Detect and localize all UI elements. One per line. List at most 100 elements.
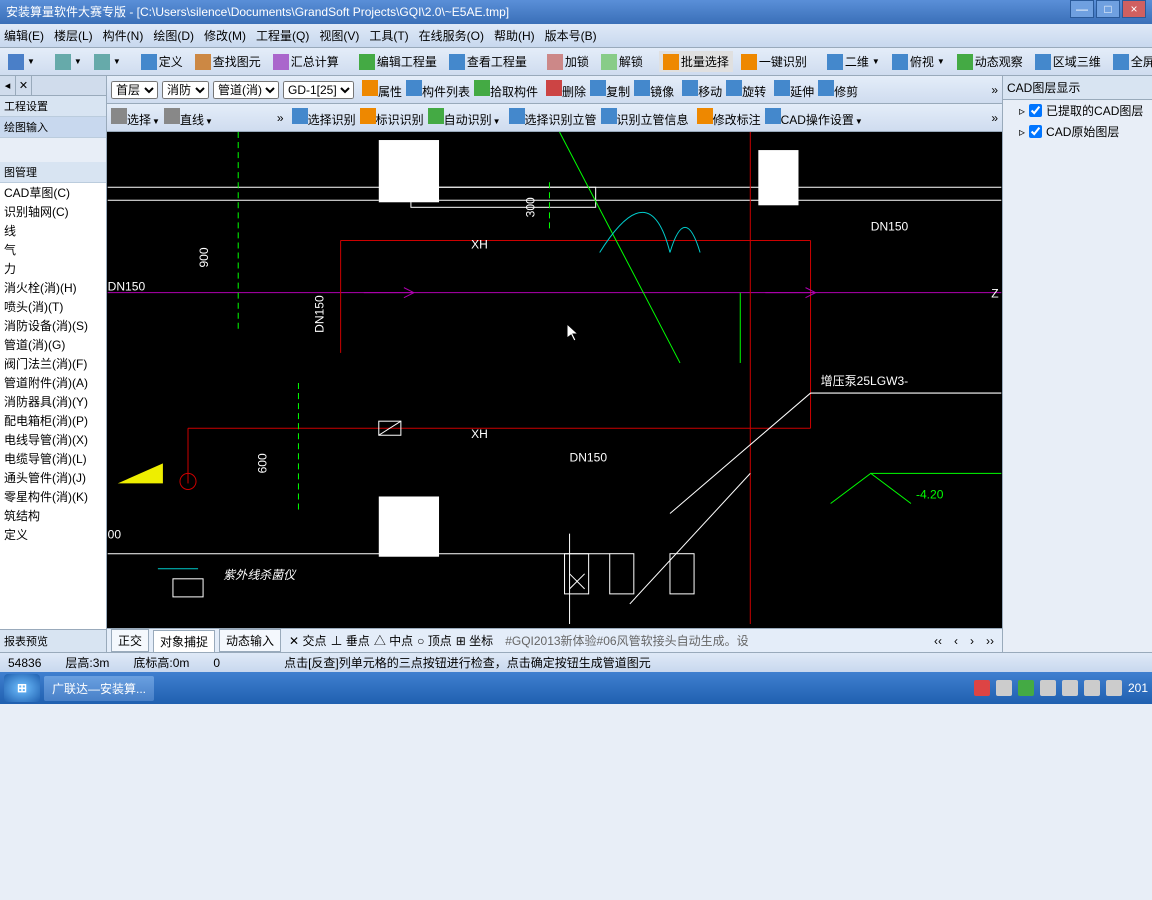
fullscreen-button[interactable]: 全屏	[1109, 51, 1152, 72]
tree-item[interactable]: 通头管件(消)(J)	[0, 468, 106, 487]
expand-icon[interactable]: ▹	[1019, 104, 1025, 118]
redo-button[interactable]: ▼	[90, 52, 125, 72]
snap-coord[interactable]: ⊞ 坐标	[456, 632, 493, 649]
toolbar-overflow[interactable]: »	[991, 83, 998, 97]
cad-drawing[interactable]: 900 DN150 DN150 300 XH XH DN150 DN150 60…	[107, 132, 1002, 624]
snap-intersection[interactable]: ✕ 交点	[289, 632, 326, 649]
tree-item[interactable]: 定义	[0, 525, 106, 544]
left-tab-close-x[interactable]: ✕	[16, 76, 32, 95]
menu-view[interactable]: 视图(V)	[319, 27, 359, 44]
lock-button[interactable]: 加锁	[543, 51, 593, 72]
copy-button[interactable]: 复制	[590, 80, 630, 100]
sum-calc-button[interactable]: 汇总计算	[269, 51, 343, 72]
tray-icon[interactable]	[1062, 680, 1078, 696]
system-select[interactable]: 消防	[162, 81, 209, 99]
mirror-button[interactable]: 镜像	[634, 80, 674, 100]
menu-modify[interactable]: 修改(M)	[204, 27, 246, 44]
select-riser-button[interactable]: 选择识别立管	[509, 108, 597, 128]
tray-icon[interactable]	[1018, 680, 1034, 696]
batch-select-button[interactable]: 批量选择	[659, 51, 733, 72]
tray-icon[interactable]	[1040, 680, 1056, 696]
menu-quantity[interactable]: 工程量(Q)	[256, 27, 309, 44]
ortho-toggle[interactable]: 正交	[111, 629, 149, 652]
snap-vertex[interactable]: ○ 顶点	[417, 632, 452, 649]
dyn-input-toggle[interactable]: 动态输入	[219, 629, 281, 652]
layer-checkbox[interactable]	[1029, 125, 1042, 138]
pipe-type-select[interactable]: 管道(消)	[213, 81, 279, 99]
select-recognize-button[interactable]: 选择识别	[292, 108, 356, 128]
component-list-button[interactable]: 构件列表	[406, 80, 470, 100]
menu-version[interactable]: 版本号(B)	[545, 27, 597, 44]
minimize-button[interactable]: —	[1070, 0, 1094, 18]
save-button[interactable]: ▼	[4, 52, 39, 72]
layer-row[interactable]: ▹ 已提取的CAD图层	[1003, 100, 1152, 121]
snap-perpendicular[interactable]: ⊥ 垂点	[330, 632, 369, 649]
left-tab-close[interactable]: ◂	[0, 76, 16, 95]
taskbar-app[interactable]: 广联达—安装算...	[44, 676, 154, 701]
tree-item[interactable]: 力	[0, 259, 106, 278]
riser-info-button[interactable]: 识别立管信息	[601, 108, 689, 128]
rotate-button[interactable]: 旋转	[726, 80, 766, 100]
toolbar-overflow[interactable]: »	[991, 111, 998, 125]
close-button[interactable]: ×	[1122, 0, 1146, 18]
tree-item[interactable]: 阀门法兰(消)(F)	[0, 354, 106, 373]
edit-quantity-button[interactable]: 编辑工程量	[355, 51, 441, 72]
line-tool[interactable]: 直线▼	[164, 108, 213, 128]
unlock-button[interactable]: 解锁	[597, 51, 647, 72]
layer-row[interactable]: ▹ CAD原始图层	[1003, 121, 1152, 142]
tree-item[interactable]: 线	[0, 221, 106, 240]
scroll-right[interactable]: ››	[982, 634, 998, 648]
tab-draw-input[interactable]: 绘图输入	[0, 117, 106, 138]
find-element-button[interactable]: 查找图元	[191, 51, 265, 72]
layer-checkbox[interactable]	[1029, 104, 1042, 117]
tree-item[interactable]: 消防设备(消)(S)	[0, 316, 106, 335]
tray-icon[interactable]	[974, 680, 990, 696]
tree-item[interactable]: 消防器具(消)(Y)	[0, 392, 106, 411]
tray-network-icon[interactable]	[1084, 680, 1100, 696]
tray-icon[interactable]	[996, 680, 1012, 696]
tree-item[interactable]: 气	[0, 240, 106, 259]
define-button[interactable]: 定义	[137, 51, 187, 72]
menu-floor[interactable]: 楼层(L)	[54, 27, 93, 44]
tree-item[interactable]: 电线导管(消)(X)	[0, 430, 106, 449]
select-tool[interactable]: 选择▼	[111, 108, 160, 128]
menu-online[interactable]: 在线服务(O)	[419, 27, 484, 44]
tray-clock[interactable]: 201	[1128, 681, 1148, 695]
menu-tool[interactable]: 工具(T)	[369, 27, 408, 44]
scroll-left-1[interactable]: ‹	[950, 634, 962, 648]
tree-item[interactable]: 电缆导管(消)(L)	[0, 449, 106, 468]
attributes-button[interactable]: 属性	[362, 80, 402, 100]
trim-button[interactable]: 修剪	[818, 80, 858, 100]
tab-project-settings[interactable]: 工程设置	[0, 96, 106, 117]
delete-button[interactable]: 删除	[546, 80, 586, 100]
tree-item[interactable]: 筑结构	[0, 506, 106, 525]
floor-select[interactable]: 首层	[111, 81, 158, 99]
report-preview-tab[interactable]: 报表预览	[0, 629, 106, 652]
scroll-left[interactable]: ‹‹	[930, 634, 946, 648]
tree-item[interactable]: 配电箱柜(消)(P)	[0, 411, 106, 430]
menu-draw[interactable]: 绘图(D)	[153, 27, 194, 44]
tree-item[interactable]: CAD草图(C)	[0, 183, 106, 202]
mark-recognize-button[interactable]: 标识识别	[360, 108, 424, 128]
menu-component[interactable]: 构件(N)	[103, 27, 144, 44]
tree-item[interactable]: 识别轴网(C)	[0, 202, 106, 221]
start-button[interactable]: ⊞	[4, 674, 40, 702]
maximize-button[interactable]: □	[1096, 0, 1120, 18]
view-quantity-button[interactable]: 查看工程量	[445, 51, 531, 72]
auto-recognize-button[interactable]: 自动识别▼	[428, 108, 501, 128]
menu-edit[interactable]: 编辑(E)	[4, 27, 44, 44]
tree-item[interactable]: 管道(消)(G)	[0, 335, 106, 354]
code-select[interactable]: GD-1[25]	[283, 81, 354, 99]
move-button[interactable]: 移动	[682, 80, 722, 100]
modify-mark-button[interactable]: 修改标注	[697, 108, 761, 128]
two-d-button[interactable]: 二维▼	[823, 51, 884, 72]
pick-component-button[interactable]: 拾取构件	[474, 80, 538, 100]
menu-help[interactable]: 帮助(H)	[494, 27, 535, 44]
tree-item[interactable]: 喷头(消)(T)	[0, 297, 106, 316]
tree-item[interactable]: 消火栓(消)(H)	[0, 278, 106, 297]
osnap-toggle[interactable]: 对象捕捉	[153, 630, 215, 652]
tree-item[interactable]: 零星构件(消)(K)	[0, 487, 106, 506]
region-3d-button[interactable]: 区域三维	[1031, 51, 1105, 72]
undo-button[interactable]: ▼	[51, 52, 86, 72]
expand-icon[interactable]: ▹	[1019, 125, 1025, 139]
